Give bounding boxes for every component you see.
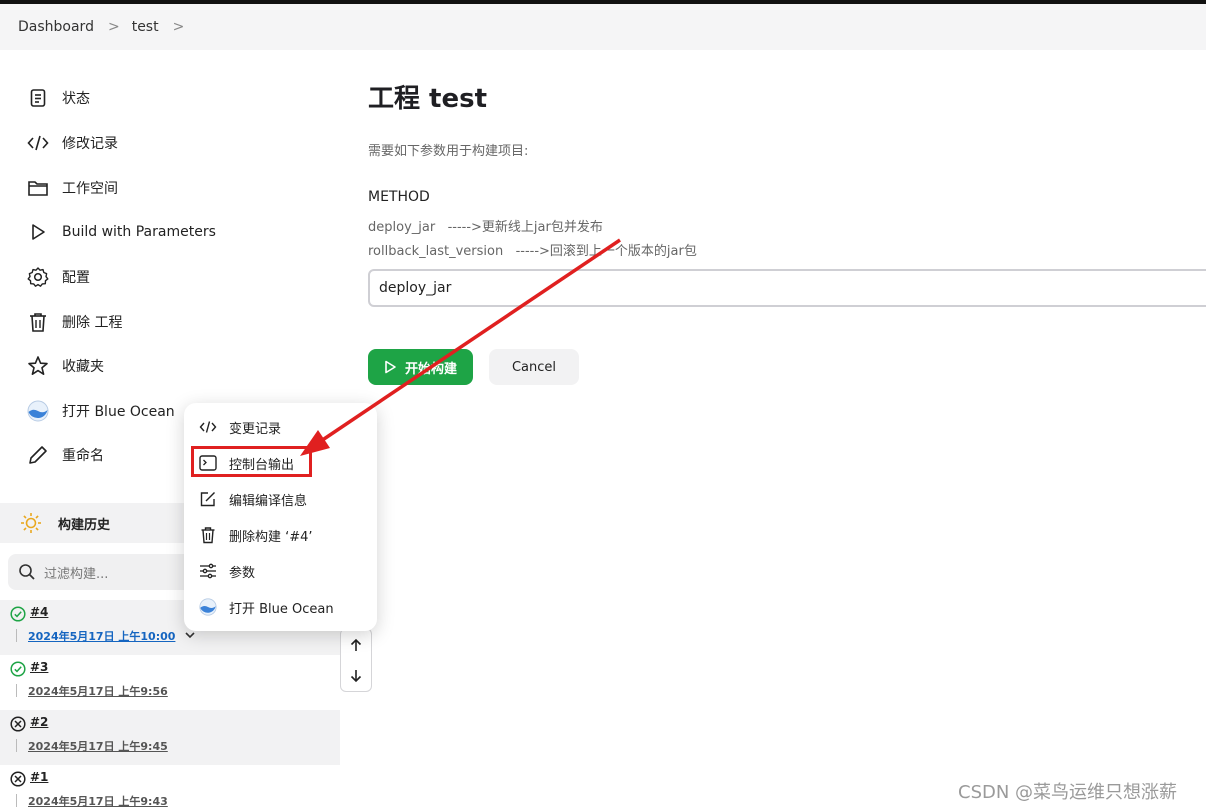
- search-icon: [18, 563, 36, 581]
- star-icon: [26, 354, 50, 378]
- timeline-bar: [16, 684, 17, 697]
- sidebar-item-label: 删除 工程: [62, 315, 123, 331]
- menu-item-label: 参数: [229, 565, 256, 581]
- chevron-down-icon[interactable]: [184, 630, 196, 640]
- sidebar-item-build-with-parameters[interactable]: Build with Parameters: [26, 218, 216, 246]
- timeline-bar: [16, 739, 17, 752]
- menu-item-edit-build-info[interactable]: 编辑编译信息: [198, 487, 307, 511]
- success-icon: [10, 606, 26, 622]
- breadcrumb-separator[interactable]: >: [173, 19, 185, 35]
- sidebar-item-configure[interactable]: 配置: [26, 263, 90, 291]
- build-number[interactable]: #1: [30, 770, 48, 784]
- build-row-3[interactable]: #3 2024年5月17日 上午9:56: [0, 655, 340, 710]
- arrow-down-icon[interactable]: [341, 660, 371, 691]
- trash-icon: [26, 310, 50, 334]
- trash-icon: [198, 525, 218, 545]
- gear-icon: [26, 265, 50, 289]
- sidebar-item-label: 收藏夹: [62, 359, 104, 375]
- build-date[interactable]: 2024年5月17日 上午9:43: [28, 793, 168, 808]
- build-filter-placeholder: 过滤构建...: [44, 566, 109, 582]
- timeline-bar: [16, 629, 17, 642]
- menu-item-label: 编辑编译信息: [229, 493, 308, 509]
- arrow-up-icon[interactable]: [341, 629, 371, 660]
- folder-icon: [26, 176, 50, 200]
- sidebar-item-label: 打开 Blue Ocean: [62, 404, 175, 420]
- menu-item-parameters[interactable]: 参数: [198, 559, 255, 583]
- build-number[interactable]: #2: [30, 715, 48, 729]
- build-date[interactable]: 2024年5月17日 上午9:45: [28, 738, 168, 754]
- menu-item-label: 变更记录: [229, 421, 282, 437]
- sidebar-item-label: 工作空间: [62, 181, 118, 197]
- build-filter-input[interactable]: 过滤构建...: [8, 554, 194, 590]
- sidebar-item-favorites[interactable]: 收藏夹: [26, 352, 104, 380]
- blue-ocean-icon: [26, 399, 50, 423]
- build-row-1[interactable]: #1 2024年5月17日 上午9:43: [0, 765, 340, 808]
- menu-item-delete-build[interactable]: 删除构建 ‘#4’: [198, 523, 313, 547]
- history-scroll-buttons: [340, 628, 372, 692]
- menu-item-label: 删除构建 ‘#4’: [229, 529, 313, 545]
- sidebar-item-label: 修改记录: [62, 136, 118, 152]
- sidebar-item-changes[interactable]: 修改记录: [26, 129, 118, 157]
- failed-icon: [10, 771, 26, 787]
- sidebar-item-label: Build with Parameters: [62, 224, 216, 240]
- start-build-button[interactable]: 开始构建: [368, 349, 473, 385]
- parameter-desc-line-2: rollback_last_version ----->回滚到上一个版本的jar…: [368, 244, 697, 259]
- page-title: 工程 test: [368, 84, 488, 114]
- play-icon: [383, 360, 397, 374]
- code-icon: [198, 417, 218, 437]
- breadcrumb: Dashboard > test >: [0, 4, 1206, 50]
- document-icon: [26, 86, 50, 110]
- sun-icon: [20, 512, 42, 534]
- build-date[interactable]: 2024年5月17日 上午9:56: [28, 683, 168, 699]
- parameters-description: 需要如下参数用于构建项目:: [368, 144, 529, 159]
- code-icon: [26, 131, 50, 155]
- parameter-name: METHOD: [368, 189, 430, 205]
- method-select-value: deploy_jar: [379, 280, 452, 296]
- build-date[interactable]: 2024年5月17日 上午10:00: [28, 628, 175, 644]
- breadcrumb-test[interactable]: test: [132, 19, 159, 35]
- sidebar-item-blue-ocean[interactable]: 打开 Blue Ocean: [26, 397, 175, 425]
- sidebar-item-workspace[interactable]: 工作空间: [26, 174, 118, 202]
- build-history-title: 构建历史: [58, 517, 111, 533]
- watermark: CSDN @菜鸟运维只想涨薪: [958, 782, 1178, 803]
- breadcrumb-separator: >: [107, 19, 120, 35]
- method-select[interactable]: deploy_jar: [368, 269, 1206, 307]
- build-row-2[interactable]: #2 2024年5月17日 上午9:45: [0, 710, 340, 765]
- parameter-desc-line-1: deploy_jar ----->更新线上jar包并发布: [368, 220, 603, 235]
- annotation-highlight-box: [191, 446, 312, 477]
- sliders-icon: [198, 561, 218, 581]
- blue-ocean-icon: [198, 597, 218, 617]
- cancel-button[interactable]: Cancel: [489, 349, 579, 385]
- timeline-bar: [16, 794, 17, 807]
- build-number[interactable]: #3: [30, 660, 48, 674]
- start-build-label: 开始构建: [405, 361, 458, 377]
- pencil-icon: [26, 443, 50, 467]
- sidebar-item-status[interactable]: 状态: [26, 84, 90, 112]
- failed-icon: [10, 716, 26, 732]
- build-context-menu: 变更记录 控制台输出 编辑编译信息 删除构建 ‘#4’ 参数 打开 Blue O…: [184, 403, 377, 631]
- sidebar-item-rename[interactable]: 重命名: [26, 441, 104, 469]
- sidebar-item-label: 重命名: [62, 448, 104, 464]
- menu-item-label: 打开 Blue Ocean: [229, 601, 334, 617]
- edit-icon: [198, 489, 218, 509]
- menu-item-blue-ocean[interactable]: 打开 Blue Ocean: [198, 595, 334, 619]
- play-icon: [26, 220, 50, 244]
- sidebar-item-label: 状态: [62, 91, 90, 107]
- menu-item-changes[interactable]: 变更记录: [198, 415, 281, 439]
- sidebar-item-label: 配置: [62, 270, 90, 286]
- sidebar-item-delete-project[interactable]: 删除 工程: [26, 308, 122, 336]
- build-number[interactable]: #4: [30, 605, 48, 619]
- breadcrumb-dashboard[interactable]: Dashboard: [18, 19, 94, 35]
- success-icon: [10, 661, 26, 677]
